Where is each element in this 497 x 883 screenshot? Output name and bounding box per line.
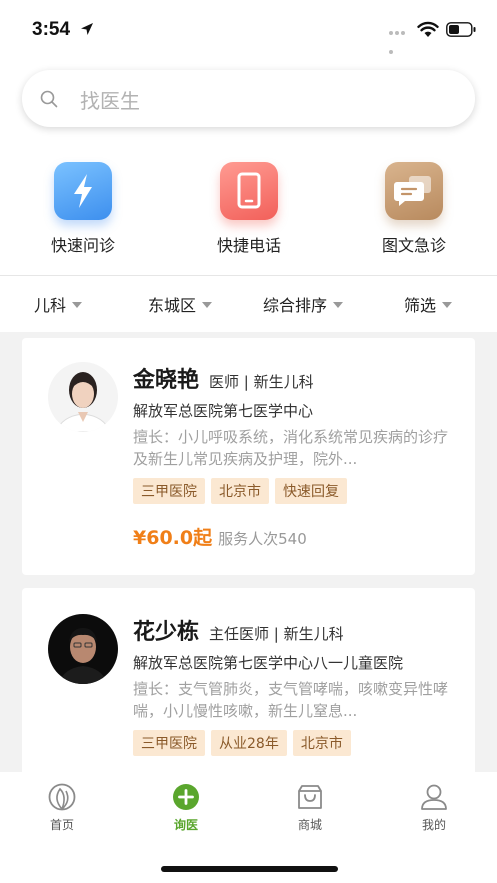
- filter-district-label: 东城区: [148, 296, 197, 315]
- doctor-title: 主任医师 | 新生儿科: [209, 625, 344, 643]
- signal-icon: [389, 31, 411, 54]
- filter-department[interactable]: 儿科: [34, 292, 83, 316]
- price-row: ¥60.0起 服务人次540: [133, 523, 307, 550]
- filter-department-label: 儿科: [34, 296, 67, 315]
- tag: 快速回复: [275, 478, 347, 504]
- tag: 从业28年: [211, 730, 287, 756]
- search-icon: [40, 90, 58, 108]
- doctor-tags: 三甲医院 北京市 快速回复: [133, 478, 353, 504]
- quick-phone-label: 快捷电话: [216, 236, 281, 255]
- tab-shop[interactable]: 商城: [280, 782, 340, 833]
- text-emergency-label: 图文急诊: [381, 236, 446, 255]
- dropdown-triangle-icon: [442, 301, 453, 308]
- consult-price: ¥60.0起: [133, 527, 213, 549]
- tab-consult-label: 询医: [173, 818, 198, 832]
- doctor-hospital: 解放军总医院第七医学中心: [133, 402, 314, 420]
- profile-icon: [421, 784, 447, 810]
- dropdown-triangle-icon: [72, 301, 83, 308]
- tag: 三甲医院: [133, 478, 205, 504]
- doctor-expertise: 擅长：支气管肺炎，支气管哮喘，咳嗽变异性哮喘，小儿慢性咳嗽，新生儿窒息...: [133, 680, 449, 720]
- filter-sort-label: 综合排序: [263, 296, 328, 315]
- phone-icon: [220, 162, 278, 220]
- chat-bubbles-icon: [385, 162, 443, 220]
- divider: [0, 275, 497, 276]
- doctor-expertise: 擅长：小儿呼吸系统，消化系统常见疾病的诊疗及新生儿常见疾病及护理，院外...: [133, 428, 449, 468]
- tag: 北京市: [211, 478, 269, 504]
- doctor-card[interactable]: 金晓艳 医师 | 新生儿科 解放军总医院第七医学中心 擅长：小儿呼吸系统，消化系统…: [22, 338, 475, 575]
- tab-shop-label: 商城: [297, 818, 322, 832]
- tag: 北京市: [292, 730, 351, 756]
- doctor-avatar: [48, 614, 118, 684]
- status-time: 3:54: [32, 19, 71, 40]
- quick-phone-button[interactable]: 快捷电话: [189, 162, 309, 257]
- filter-sort[interactable]: 综合排序: [263, 292, 344, 316]
- doctor-tags: 三甲医院 从业28年 北京市: [133, 730, 357, 756]
- filter-more-label: 筛选: [404, 296, 437, 315]
- add-circle-icon: [173, 784, 199, 810]
- doctor-avatar: [48, 362, 118, 432]
- doctor-name-row: 金晓艳 医师 | 新生儿科: [133, 362, 314, 394]
- tab-profile[interactable]: 我的: [404, 782, 464, 833]
- header-area: 3:54 找医生 快速问诊 快捷电话 图文急诊 儿科 东城区 综合排序 筛选: [0, 0, 497, 332]
- tab-consult[interactable]: 询医: [156, 782, 216, 833]
- text-emergency-button[interactable]: 图文急诊: [354, 162, 474, 257]
- doctor-name-row: 花少栋 主任医师 | 新生儿科: [133, 614, 344, 646]
- home-leaf-icon: [48, 783, 76, 811]
- doctor-name: 花少栋: [133, 620, 200, 645]
- quick-consult-button[interactable]: 快速问诊: [23, 162, 143, 257]
- battery-icon: [446, 22, 476, 37]
- served-count: 服务人次540: [218, 530, 307, 548]
- shopping-bag-icon: [298, 785, 322, 809]
- search-bar[interactable]: 找医生: [22, 70, 475, 127]
- doctor-name: 金晓艳: [133, 368, 200, 393]
- dropdown-triangle-icon: [202, 301, 213, 308]
- tab-home-label: 首页: [49, 818, 74, 832]
- lightning-icon: [54, 162, 112, 220]
- filter-more[interactable]: 筛选: [404, 292, 453, 316]
- filter-district[interactable]: 东城区: [148, 292, 213, 316]
- tag: 三甲医院: [133, 730, 205, 756]
- doctor-title: 医师 | 新生儿科: [209, 373, 314, 391]
- location-arrow-icon: [81, 23, 93, 35]
- dropdown-triangle-icon: [333, 301, 344, 308]
- home-indicator: [161, 866, 338, 872]
- search-placeholder: 找医生: [80, 89, 140, 113]
- quick-consult-label: 快速问诊: [50, 236, 115, 255]
- tab-profile-label: 我的: [421, 818, 446, 832]
- tab-home[interactable]: 首页: [32, 782, 92, 833]
- doctor-card[interactable]: 花少栋 主任医师 | 新生儿科 解放军总医院第七医学中心八一儿童医院 擅长：支气管…: [22, 588, 475, 788]
- wifi-icon: [417, 21, 439, 37]
- doctor-hospital: 解放军总医院第七医学中心八一儿童医院: [133, 654, 404, 672]
